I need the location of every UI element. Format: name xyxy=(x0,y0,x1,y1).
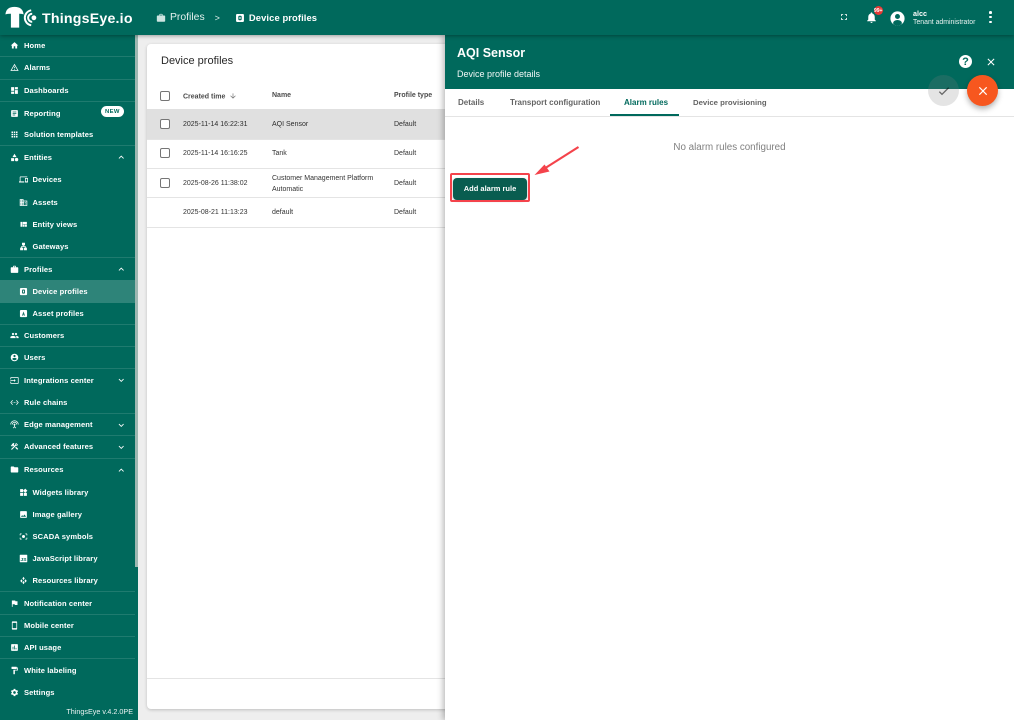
svg-text:JS: JS xyxy=(20,557,27,563)
